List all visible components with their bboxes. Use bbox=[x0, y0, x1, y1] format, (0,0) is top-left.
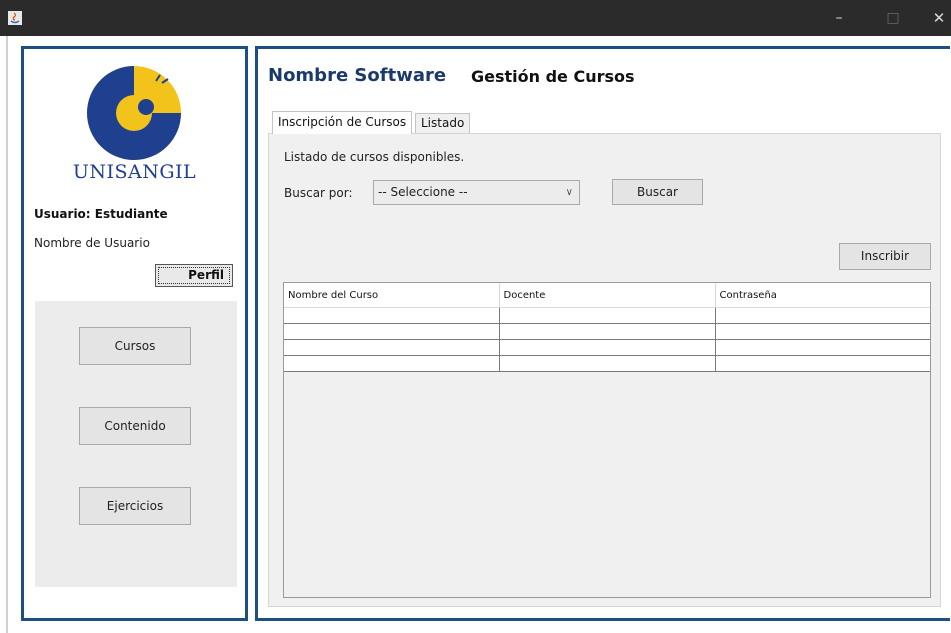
table-cell[interactable] bbox=[498, 355, 716, 372]
table-cell[interactable] bbox=[284, 307, 500, 324]
tab-listado[interactable]: Listado bbox=[415, 113, 471, 133]
column-header-password[interactable]: Contraseña bbox=[715, 283, 930, 308]
table-cell[interactable] bbox=[714, 339, 930, 356]
profile-button[interactable]: Perfil bbox=[155, 264, 233, 287]
user-name-label: Nombre de Usuario bbox=[34, 236, 150, 250]
courses-subtitle: Listado de cursos disponibles. bbox=[284, 150, 465, 164]
sidebar-panel: UNISANGIL Usuario: Estudiante Nombre de … bbox=[21, 46, 248, 621]
nav-content-button[interactable]: Contenido bbox=[79, 407, 191, 445]
column-header-course-name[interactable]: Nombre del Curso bbox=[284, 283, 500, 308]
enroll-button[interactable]: Inscribir bbox=[839, 243, 931, 270]
table-row[interactable] bbox=[284, 307, 930, 324]
select-value: -- Seleccione -- bbox=[378, 185, 468, 199]
table-cell[interactable] bbox=[498, 323, 716, 340]
table-cell[interactable] bbox=[714, 323, 930, 340]
software-name-title: Nombre Software bbox=[268, 65, 447, 86]
nav-courses-button[interactable]: Cursos bbox=[79, 327, 191, 365]
window-titlebar: – □ ✕ bbox=[0, 0, 951, 36]
search-by-select[interactable]: -- Seleccione -- ∨ bbox=[373, 180, 580, 205]
close-button[interactable]: ✕ bbox=[916, 0, 951, 36]
table-cell[interactable] bbox=[284, 355, 500, 372]
chevron-down-icon: ∨ bbox=[565, 187, 573, 198]
table-cell[interactable] bbox=[714, 307, 930, 324]
table-row[interactable] bbox=[284, 323, 930, 340]
nav-exercises-button[interactable]: Ejercicios bbox=[79, 487, 191, 525]
main-panel: Nombre Software Gestión de Cursos Inscri… bbox=[255, 46, 950, 621]
section-title: Gestión de Cursos bbox=[471, 67, 635, 86]
search-button[interactable]: Buscar bbox=[612, 179, 703, 205]
tab-content-panel: Listado de cursos disponibles. Buscar po… bbox=[268, 133, 941, 607]
minimize-button[interactable]: – bbox=[816, 0, 862, 36]
table-cell[interactable] bbox=[284, 339, 500, 356]
user-role-label: Usuario: Estudiante bbox=[34, 207, 168, 221]
maximize-button[interactable]: □ bbox=[870, 0, 916, 36]
column-header-teacher[interactable]: Docente bbox=[499, 283, 716, 308]
table-cell[interactable] bbox=[498, 307, 716, 324]
nav-menu: Cursos Contenido Ejercicios bbox=[35, 301, 237, 587]
courses-table: Nombre del Curso Docente Contraseña bbox=[283, 282, 931, 598]
table-row[interactable] bbox=[284, 355, 930, 372]
table-cell[interactable] bbox=[714, 355, 930, 372]
tab-inscripcion[interactable]: Inscripción de Cursos bbox=[272, 111, 413, 134]
table-header-row: Nombre del Curso Docente Contraseña bbox=[284, 283, 930, 308]
table-cell[interactable] bbox=[284, 323, 500, 340]
unisangil-logo-icon bbox=[87, 66, 181, 160]
table-cell[interactable] bbox=[498, 339, 716, 356]
table-row[interactable] bbox=[284, 339, 930, 356]
brand-name: UNISANGIL bbox=[72, 161, 197, 183]
search-by-label: Buscar por: bbox=[284, 186, 353, 200]
window-left-edge bbox=[6, 36, 8, 633]
java-app-icon bbox=[8, 11, 22, 25]
